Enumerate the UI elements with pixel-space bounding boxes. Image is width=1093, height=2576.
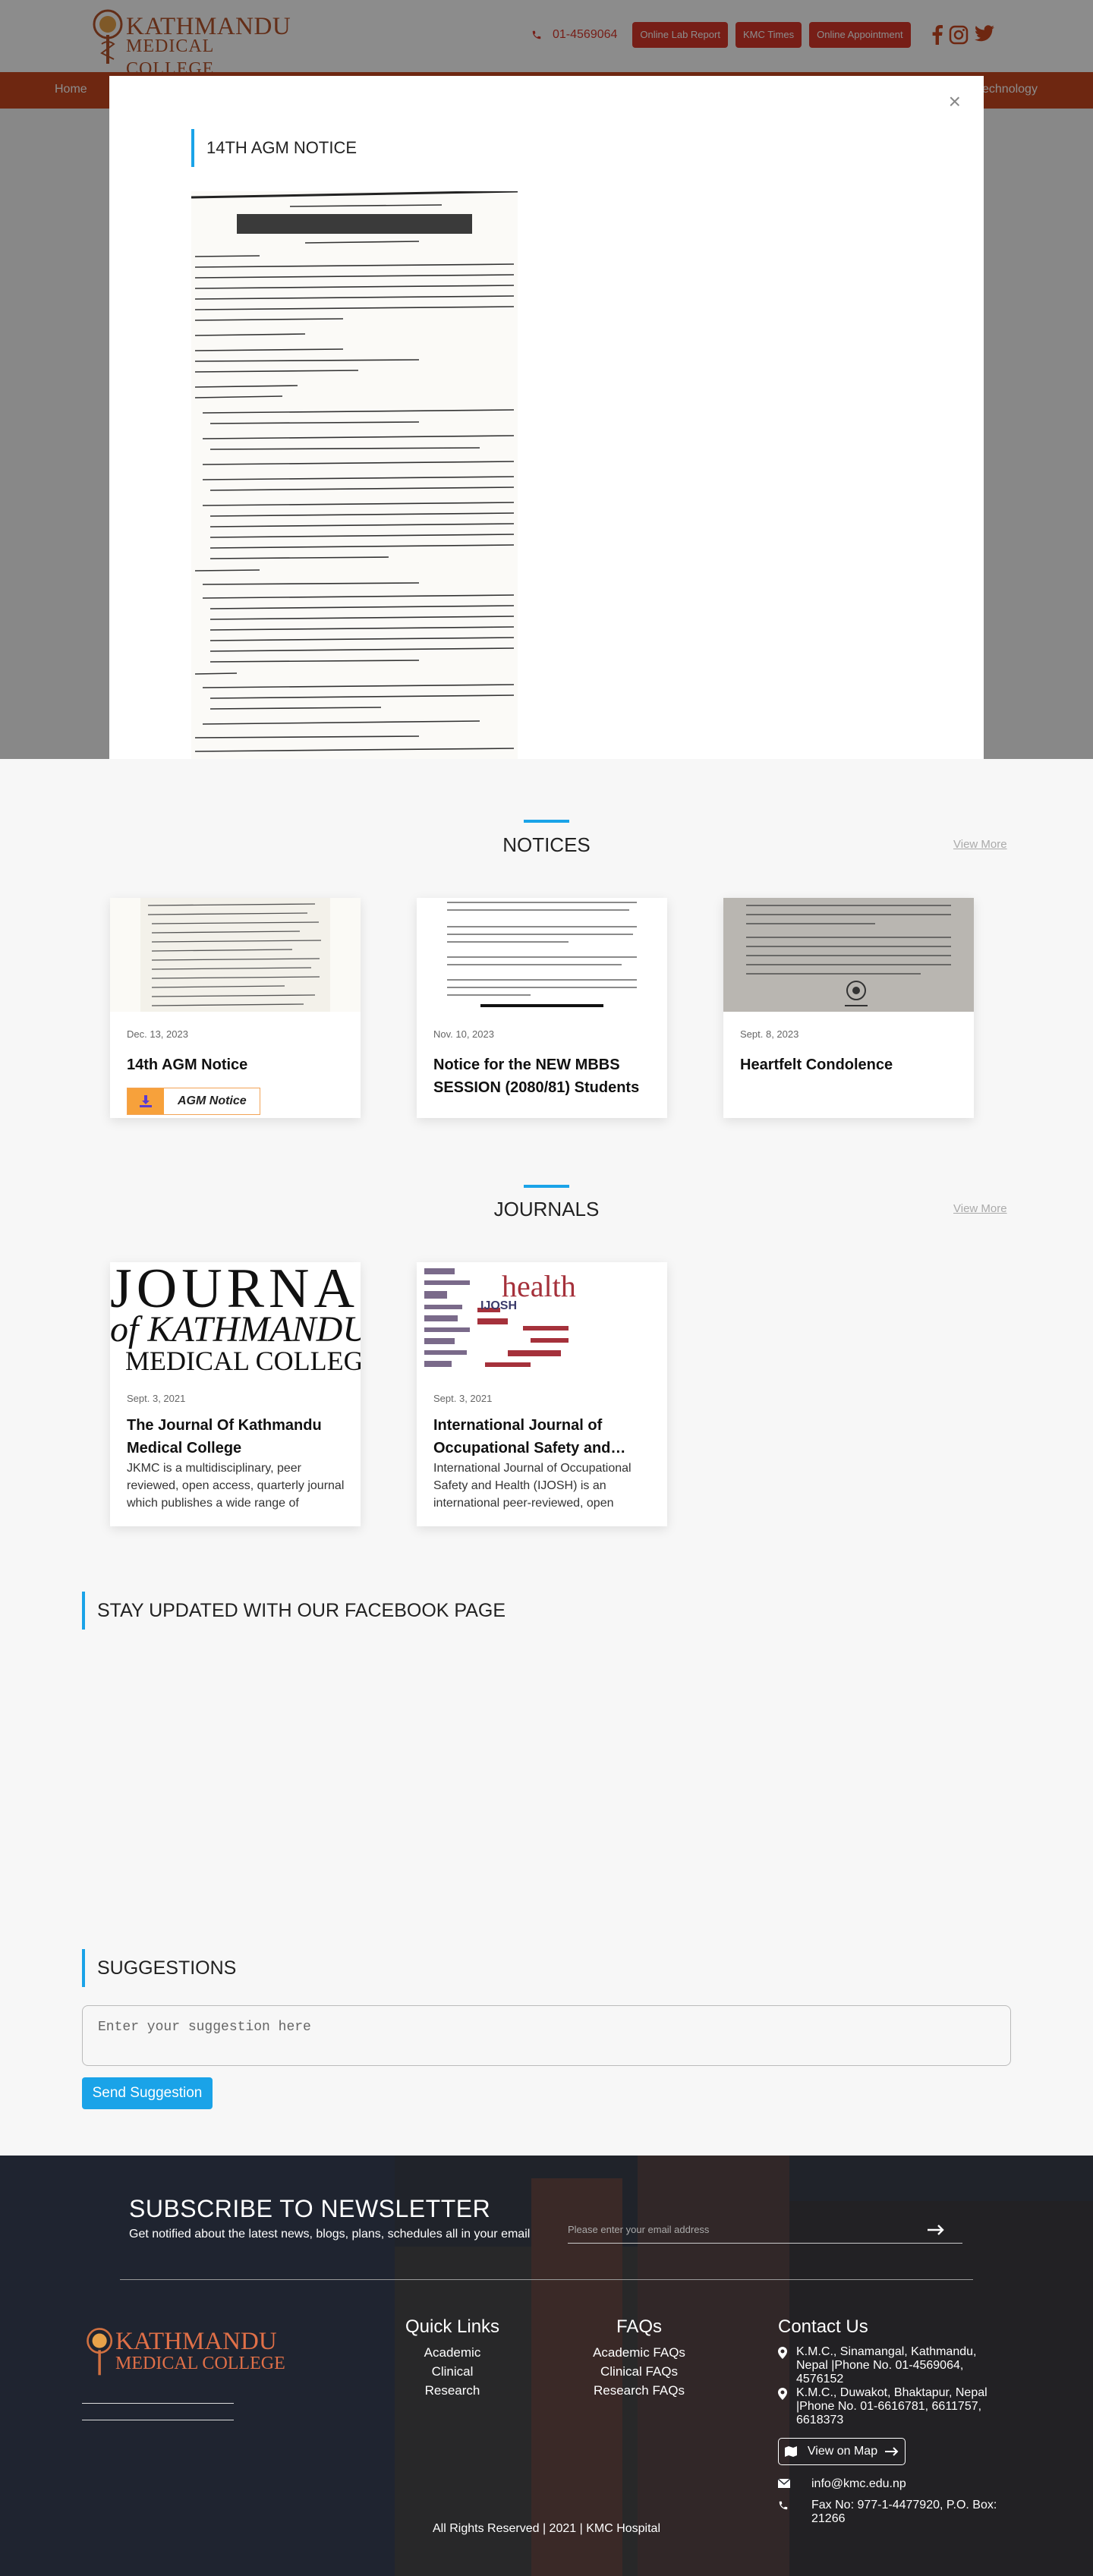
journal-date: Sept. 3, 2021 <box>127 1393 186 1404</box>
footer-logo-text: KATHMANDU MEDICAL COLLEGE <box>115 2328 285 2374</box>
newsletter-submit-arrow-icon[interactable] <box>926 2216 946 2247</box>
notice-date: Dec. 13, 2023 <box>127 1028 188 1040</box>
journals-view-more-link[interactable]: View More <box>953 1202 1007 1215</box>
notice-document-thumbnail <box>110 898 361 1012</box>
map-icon <box>784 2446 797 2457</box>
send-suggestion-button[interactable]: Send Suggestion <box>82 2077 213 2109</box>
notice-document-thumbnail <box>723 898 974 1012</box>
notice-card[interactable]: Sept. 8, 2023 Heartfelt Condolence <box>723 898 974 1118</box>
journal-title[interactable]: International Journal of Occupational Sa… <box>433 1414 654 1460</box>
journal-cover-line-1: JOURNAL <box>110 1262 361 1320</box>
phone-icon <box>779 2501 788 2510</box>
journal-card-image: health IJOSH <box>417 1262 667 1376</box>
view-on-map-button[interactable]: View on Map <box>778 2438 906 2465</box>
contact-address-2-text: K.M.C., Duwakot, Bhaktapur, Nepal |Phone… <box>796 2386 987 2426</box>
notice-card-image <box>723 898 974 1012</box>
faq-link-academic[interactable]: Academic FAQs <box>586 2345 692 2360</box>
location-pin-icon <box>778 2347 787 2359</box>
journal-description: JKMC is a multidisciplinary, peer review… <box>127 1462 345 1510</box>
word-cloud-ijosh-text: IJOSH <box>480 1299 517 1312</box>
notice-date: Nov. 10, 2023 <box>433 1028 494 1040</box>
notice-title[interactable]: 14th AGM Notice <box>127 1053 347 1076</box>
newsletter-description: Get notified about the latest news, blog… <box>129 2228 531 2241</box>
suggestion-input[interactable]: Enter your suggestion here <box>82 2005 1011 2066</box>
notices-title-bar <box>524 820 569 823</box>
arrow-right-icon <box>885 2447 899 2456</box>
faqs-title: FAQs <box>616 2316 663 2337</box>
word-cloud-health-text: health <box>502 1269 576 1303</box>
contact-address-1-text: K.M.C., Sinamangal, Kathmandu, Nepal |Ph… <box>796 2345 977 2385</box>
journal-description: International Journal of Occupational Sa… <box>433 1462 632 1510</box>
agm-notice-scan <box>191 191 518 759</box>
envelope-icon <box>778 2479 790 2488</box>
journal-card[interactable]: health IJOSH Sept. 3, 2021 International… <box>417 1262 667 1526</box>
quick-links-title: Quick Links <box>405 2316 500 2337</box>
close-icon[interactable]: × <box>949 90 961 114</box>
notice-document-thumbnail <box>417 898 667 1012</box>
notice-date: Sept. 8, 2023 <box>740 1028 799 1040</box>
journal-cover-line-3: MEDICAL COLLEGE <box>125 1346 361 1376</box>
faq-link-research[interactable]: Research FAQs <box>586 2383 692 2398</box>
site-footer: SUBSCRIBE TO NEWSLETTER Get notified abo… <box>0 2156 1093 2576</box>
journal-card[interactable]: JOURNAL of KATHMANDU MEDICAL COLLEGE Sep… <box>110 1262 361 1526</box>
suggestions-section-title: SUGGESTIONS <box>82 1949 236 1987</box>
quick-link-academic[interactable]: Academic <box>405 2345 499 2360</box>
view-on-map-label: View on Map <box>807 2445 878 2458</box>
notice-title[interactable]: Heartfelt Condolence <box>740 1053 960 1076</box>
download-icon <box>128 1088 164 1114</box>
footer-logo-underline-1 <box>82 2403 234 2404</box>
quick-link-clinical[interactable]: Clinical <box>405 2364 499 2379</box>
location-pin-icon <box>778 2388 787 2400</box>
notice-card[interactable]: Dec. 13, 2023 14th AGM Notice AGM Notice <box>110 898 361 1118</box>
notice-card[interactable]: Nov. 10, 2023 Notice for the NEW MBBS SE… <box>417 898 667 1118</box>
agm-notice-attachment[interactable]: AGM Notice <box>127 1088 260 1115</box>
agm-notice-document-image <box>191 191 518 759</box>
footer-logo-line-2: MEDICAL COLLEGE <box>115 2354 285 2373</box>
attachment-label: AGM Notice <box>178 1094 247 1107</box>
journal-cover-line-2: of KATHMANDU <box>110 1309 361 1349</box>
journal-card-image: JOURNAL of KATHMANDU MEDICAL COLLEGE <box>110 1262 361 1376</box>
notice-modal: × 14TH AGM NOTICE <box>109 76 984 759</box>
footer-divider <box>120 2279 973 2280</box>
notice-card-image <box>417 898 667 1012</box>
journal-title[interactable]: The Journal Of Kathmandu Medical College <box>127 1414 347 1460</box>
journal-word-cloud-image: health IJOSH <box>417 1262 667 1376</box>
journals-title: JOURNALS <box>493 1198 600 1220</box>
notice-card-image <box>110 898 361 1012</box>
journals-title-bar <box>524 1185 569 1188</box>
notices-title: NOTICES <box>502 833 591 856</box>
journal-date: Sept. 3, 2021 <box>433 1393 493 1404</box>
newsletter-title: SUBSCRIBE TO NEWSLETTER <box>129 2195 491 2222</box>
facebook-embed-area[interactable] <box>82 1639 1011 1920</box>
faq-link-clinical[interactable]: Clinical FAQs <box>586 2364 692 2379</box>
quick-link-research[interactable]: Research <box>405 2383 499 2398</box>
footer-copyright: All Rights Reserved | 2021 | KMC Hospita… <box>433 2522 660 2535</box>
notices-view-more-link[interactable]: View More <box>953 838 1007 851</box>
footer-logo-line-1: KATHMANDU <box>115 2328 277 2355</box>
notice-title[interactable]: Notice for the NEW MBBS SESSION (2080/81… <box>433 1053 654 1099</box>
facebook-section-title: STAY UPDATED WITH OUR FACEBOOK PAGE <box>82 1592 506 1630</box>
modal-title: 14TH AGM NOTICE <box>191 129 357 167</box>
footer-logo-emblem-icon <box>87 2328 113 2376</box>
newsletter-email-input[interactable]: Please enter your email address <box>568 2216 962 2244</box>
contact-us-title: Contact Us <box>778 2316 868 2337</box>
contact-email-text: info@kmc.edu.np <box>811 2477 906 2490</box>
